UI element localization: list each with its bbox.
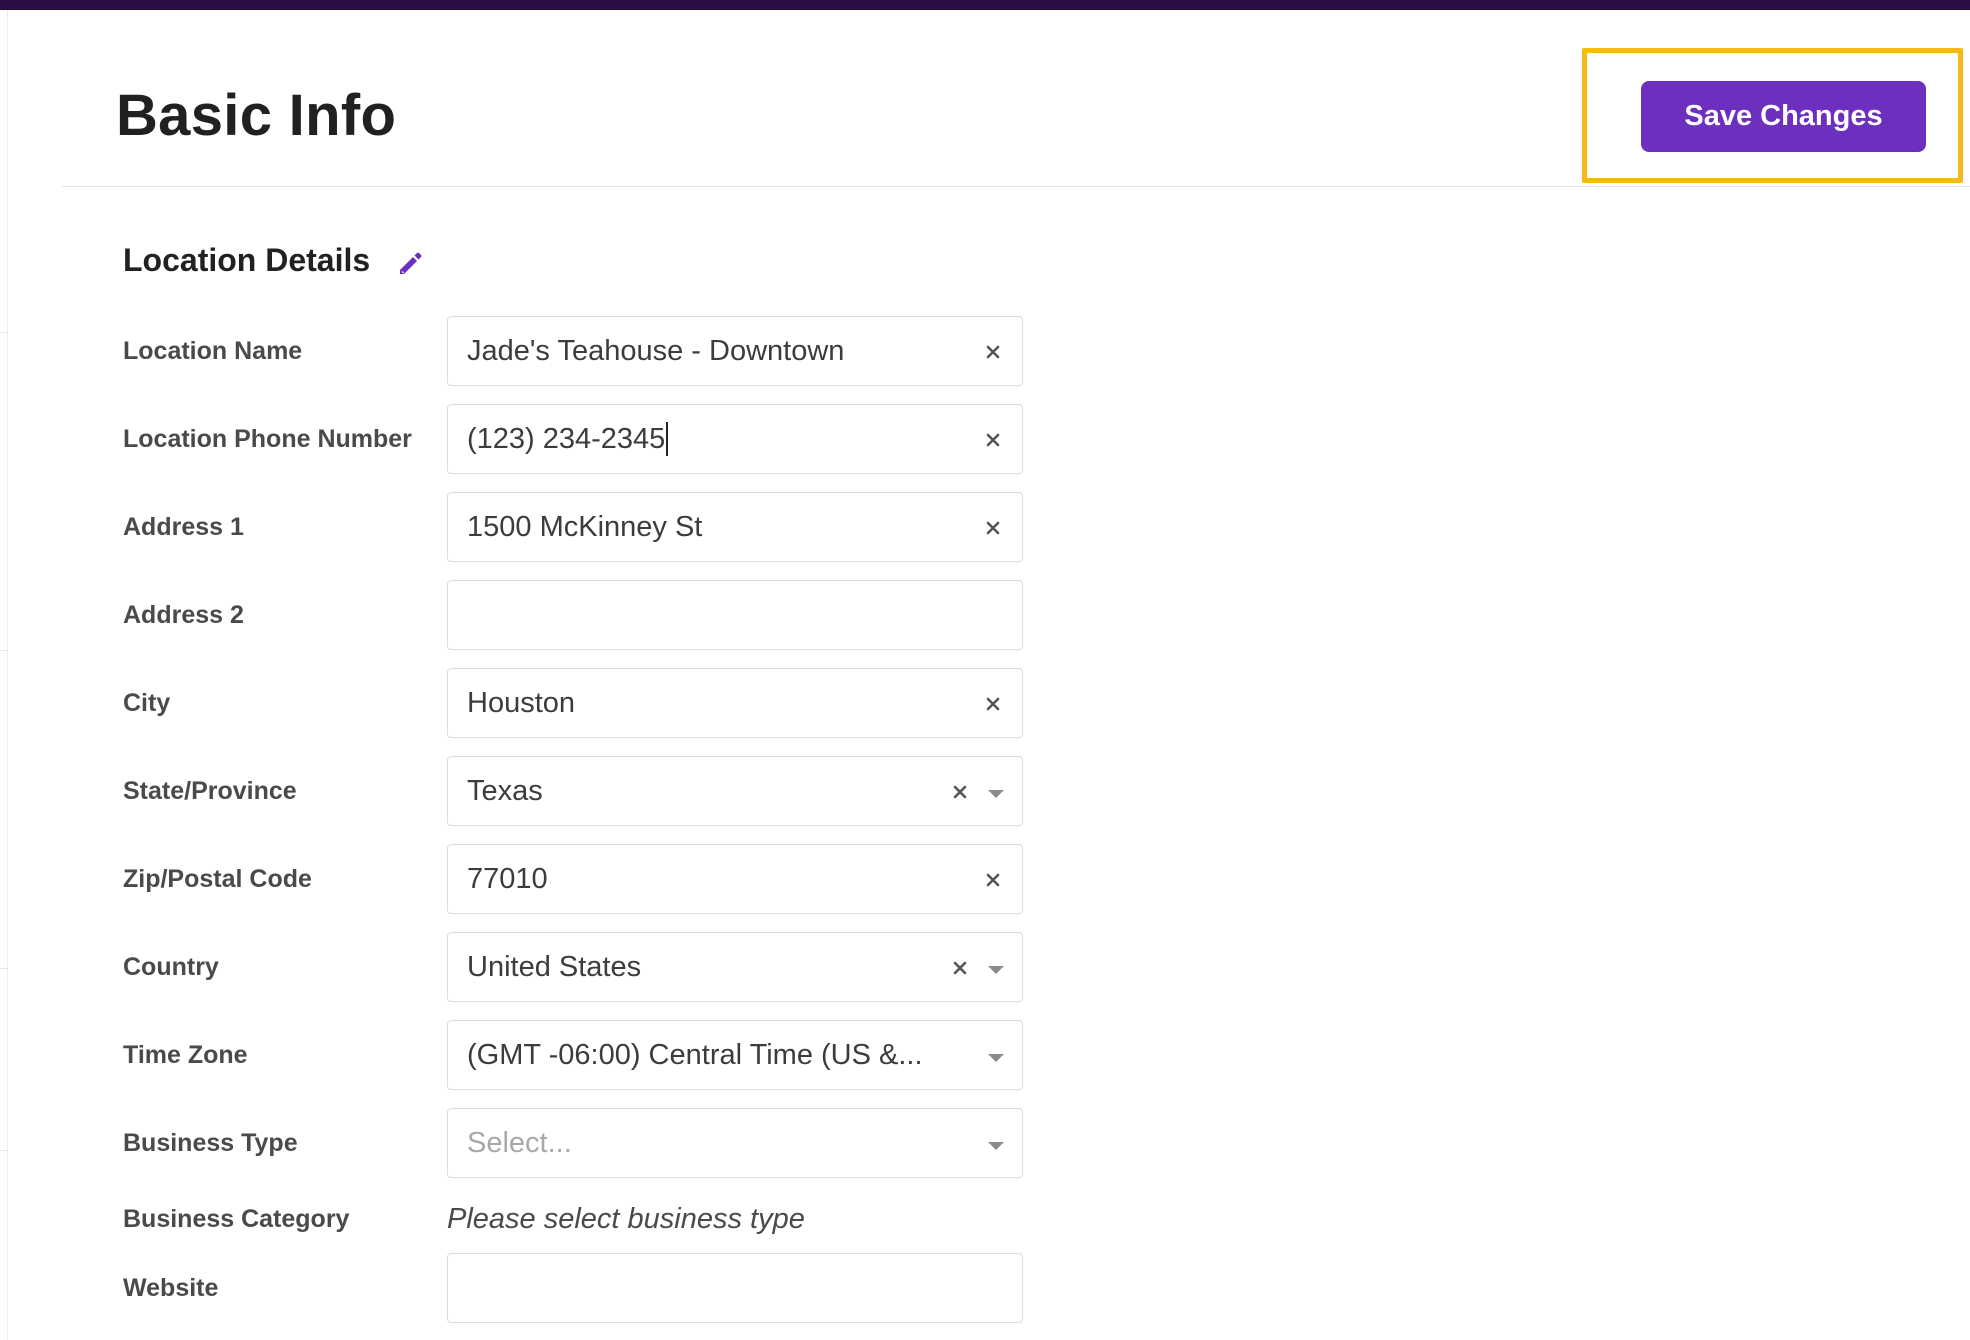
timezone-value[interactable]: (GMT -06:00) Central Time (US &... <box>448 1021 1022 1089</box>
phone-value: (123) 234-2345 <box>467 422 666 455</box>
chevron-down-icon[interactable] <box>986 1051 1006 1063</box>
address1-value[interactable]: 1500 McKinney St <box>448 493 1022 561</box>
city-value[interactable]: Houston <box>448 669 1022 737</box>
clear-icon[interactable] <box>947 779 973 805</box>
clear-icon[interactable] <box>947 955 973 981</box>
gutter-divider <box>0 968 8 969</box>
business-type-select[interactable]: Select... <box>447 1108 1023 1178</box>
page-title: Basic Info <box>116 83 397 148</box>
clear-icon[interactable] <box>980 515 1006 541</box>
phone-field[interactable]: (123) 234-2345 <box>447 404 1023 474</box>
form-row-address1: Address 1 1500 McKinney St <box>123 492 1023 562</box>
phone-value-wrapper[interactable]: (123) 234-2345 <box>448 405 1022 473</box>
chevron-down-icon[interactable] <box>986 787 1006 799</box>
city-label: City <box>123 688 171 717</box>
address1-field[interactable]: 1500 McKinney St <box>447 492 1023 562</box>
clear-icon[interactable] <box>980 427 1006 453</box>
website-field[interactable] <box>447 1253 1023 1323</box>
form-row-phone: Location Phone Number (123) 234-2345 <box>123 404 1023 474</box>
state-select[interactable]: Texas <box>447 756 1023 826</box>
pencil-edit-icon[interactable] <box>396 248 426 278</box>
business-category-label: Business Category <box>123 1204 350 1233</box>
country-select[interactable]: United States <box>447 932 1023 1002</box>
save-changes-button[interactable]: Save Changes <box>1641 81 1926 152</box>
left-sidebar-edge <box>0 10 8 1340</box>
zip-value[interactable]: 77010 <box>448 845 1022 913</box>
state-value[interactable]: Texas <box>448 757 1022 825</box>
country-label: Country <box>123 952 219 981</box>
address1-label: Address 1 <box>123 512 244 541</box>
city-field[interactable]: Houston <box>447 668 1023 738</box>
form-row-state: State/Province Texas <box>123 756 1023 826</box>
clear-icon[interactable] <box>980 339 1006 365</box>
phone-label: Location Phone Number <box>123 424 412 453</box>
gutter-divider <box>0 1150 8 1151</box>
form-row-timezone: Time Zone (GMT -06:00) Central Time (US … <box>123 1020 1023 1090</box>
section-title: Location Details <box>123 242 371 278</box>
business-category-helper: Please select business type <box>447 1202 805 1235</box>
website-label: Website <box>123 1273 219 1302</box>
form-row-zip: Zip/Postal Code 77010 <box>123 844 1023 914</box>
location-name-field[interactable]: Jade's Teahouse - Downtown <box>447 316 1023 386</box>
address2-value[interactable] <box>448 581 1022 649</box>
zip-label: Zip/Postal Code <box>123 864 312 893</box>
form-row-country: Country United States <box>123 932 1023 1002</box>
gutter-divider <box>0 332 8 333</box>
form-row-business-type: Business Type Select... <box>123 1108 1023 1178</box>
address2-label: Address 2 <box>123 600 244 629</box>
form-row-location-name: Location Name Jade's Teahouse - Downtown <box>123 316 1023 386</box>
country-value[interactable]: United States <box>448 933 1022 1001</box>
form-row-website: Website <box>123 1253 1023 1323</box>
form-row-business-category: Business Category Please select business… <box>123 1184 1023 1254</box>
address2-field[interactable] <box>447 580 1023 650</box>
chevron-down-icon[interactable] <box>986 1139 1006 1151</box>
form-row-address2: Address 2 <box>123 580 1023 650</box>
business-type-placeholder[interactable]: Select... <box>448 1109 1022 1177</box>
zip-field[interactable]: 77010 <box>447 844 1023 914</box>
top-app-bar <box>0 0 1970 10</box>
business-type-label: Business Type <box>123 1128 298 1157</box>
state-label: State/Province <box>123 776 297 805</box>
header-divider <box>62 186 1970 187</box>
clear-icon[interactable] <box>980 867 1006 893</box>
text-cursor <box>666 422 669 456</box>
location-name-value[interactable]: Jade's Teahouse - Downtown <box>448 317 1022 385</box>
timezone-select[interactable]: (GMT -06:00) Central Time (US &... <box>447 1020 1023 1090</box>
form-row-city: City Houston <box>123 668 1023 738</box>
clear-icon[interactable] <box>980 691 1006 717</box>
gutter-divider <box>0 650 8 651</box>
location-name-label: Location Name <box>123 336 303 365</box>
chevron-down-icon[interactable] <box>986 963 1006 975</box>
website-value[interactable] <box>448 1254 1022 1322</box>
timezone-label: Time Zone <box>123 1040 248 1069</box>
